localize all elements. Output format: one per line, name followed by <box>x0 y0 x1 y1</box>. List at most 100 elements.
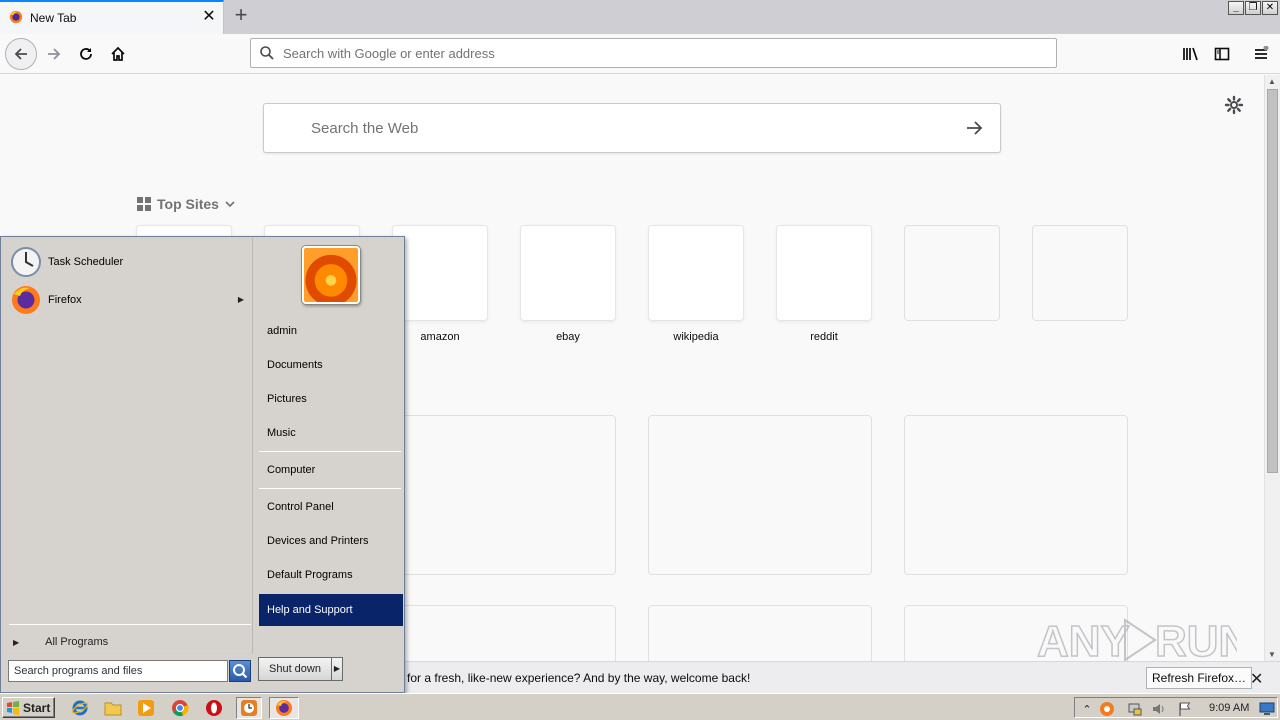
sidebar-icon <box>1214 47 1230 61</box>
tab-strip: New Tab ✕ + _ ❐ ✕ <box>0 0 1280 34</box>
chrome-taskbar-button[interactable] <box>169 697 191 719</box>
top-site-tile-amazon[interactable] <box>392 225 488 321</box>
top-site-label: reddit <box>810 331 838 343</box>
back-button[interactable] <box>5 38 37 70</box>
action-center-icon[interactable] <box>1127 701 1143 717</box>
action-center-flag-icon <box>1179 702 1191 716</box>
clock[interactable]: 9:09 AM <box>1209 702 1249 714</box>
firefox-icon <box>12 286 40 314</box>
folder-icon <box>104 702 122 716</box>
pictures-link[interactable]: Pictures <box>259 384 403 414</box>
program-task-scheduler[interactable]: Task Scheduler <box>10 244 250 280</box>
start-menu-programs-pane: Task Scheduler Firefox ▶ ▶ All Programs <box>2 238 253 654</box>
show-hidden-icons-chevron-icon[interactable]: ⌃ <box>1079 701 1095 717</box>
arrow-right-icon[interactable] <box>962 116 986 140</box>
close-window-button[interactable]: ✕ <box>1262 1 1278 15</box>
minimize-button[interactable]: _ <box>1228 1 1244 15</box>
highlight-card-placeholder <box>648 605 872 661</box>
expand-arrow-icon: ▶ <box>13 637 20 647</box>
flag-icon[interactable] <box>1177 701 1193 717</box>
control-panel-link[interactable]: Control Panel <box>259 492 403 522</box>
system-tray: ⌃ 9:09 AM <box>1074 697 1278 718</box>
scroll-down-arrow-icon[interactable]: ▼ <box>1268 650 1276 659</box>
clock-app-icon <box>241 700 257 716</box>
address-bar[interactable]: Search with Google or enter address <box>250 38 1057 68</box>
windows-logo-icon <box>7 700 19 715</box>
address-bar-placeholder: Search with Google or enter address <box>283 46 495 61</box>
main-menu-button[interactable] <box>1247 40 1275 68</box>
search-placeholder: Search programs and files <box>14 665 143 677</box>
explorer-taskbar-button[interactable] <box>102 697 124 719</box>
search-icon <box>233 664 248 679</box>
top-site-tile-ebay[interactable] <box>520 225 616 321</box>
program-label: Firefox <box>48 294 82 306</box>
app-taskbar-button[interactable] <box>236 697 262 719</box>
restore-button[interactable]: ❐ <box>1245 1 1261 15</box>
music-link[interactable]: Music <box>259 418 403 448</box>
gear-icon[interactable] <box>1224 95 1244 115</box>
start-search-button[interactable] <box>229 660 251 682</box>
start-menu-places-pane: admin Documents Pictures Music Computer … <box>255 238 404 654</box>
search-icon <box>260 46 274 60</box>
web-search-placeholder: Search the Web <box>311 120 419 137</box>
documents-link[interactable]: Documents <box>259 350 403 380</box>
back-arrow-icon <box>14 48 27 60</box>
devices-and-printers-link[interactable]: Devices and Printers <box>259 526 403 556</box>
reload-button[interactable] <box>72 40 100 68</box>
refresh-firefox-button[interactable]: Refresh Firefox… <box>1146 667 1253 689</box>
volume-icon[interactable] <box>1151 701 1167 717</box>
svg-text:ANY: ANY <box>1037 617 1130 666</box>
close-notification-button[interactable]: ✕ <box>1250 669 1263 689</box>
close-tab-button[interactable]: ✕ <box>201 8 217 26</box>
sidebar-button[interactable] <box>1208 40 1236 68</box>
internet-explorer-taskbar-button[interactable] <box>69 697 91 719</box>
all-programs-label: All Programs <box>45 636 109 648</box>
highlight-card-placeholder <box>648 415 872 575</box>
shut-down-options-arrow-icon[interactable]: ▶ <box>331 657 343 681</box>
user-avatar[interactable] <box>302 246 360 304</box>
desktop-icon <box>1259 702 1275 715</box>
firefox-taskbar-button[interactable] <box>269 697 299 719</box>
scrollbar-thumb[interactable] <box>1267 89 1278 473</box>
tab-new-tab[interactable]: New Tab ✕ <box>0 0 224 34</box>
computer-link[interactable]: Computer <box>259 455 403 485</box>
media-player-taskbar-button[interactable] <box>135 697 157 719</box>
shut-down-button[interactable]: Shut down <box>258 657 332 681</box>
web-search-box[interactable]: Search the Web <box>263 103 1001 153</box>
new-tab-button[interactable]: + <box>229 4 253 28</box>
library-button[interactable] <box>1177 40 1205 68</box>
forward-button[interactable] <box>40 40 68 68</box>
places-divider <box>259 451 401 452</box>
scroll-up-arrow-icon[interactable]: ▲ <box>1268 77 1276 86</box>
top-site-tile-empty[interactable] <box>1032 225 1128 321</box>
home-button[interactable] <box>104 40 132 68</box>
navigation-toolbar: Search with Google or enter address <box>0 34 1280 74</box>
places-divider <box>259 488 401 489</box>
top-site-tile-wikipedia[interactable] <box>648 225 744 321</box>
top-site-tile-reddit[interactable] <box>776 225 872 321</box>
taskbar: Start ⌃ 9:09 AM <box>0 693 1280 720</box>
tray-app-icon[interactable] <box>1099 701 1115 717</box>
start-menu-search-input[interactable]: Search programs and files <box>8 660 228 682</box>
network-icon <box>1128 703 1142 716</box>
window-controls: _ ❐ ✕ <box>1228 1 1278 15</box>
program-firefox[interactable]: Firefox ▶ <box>10 282 250 318</box>
chevron-down-icon <box>225 201 235 208</box>
forward-arrow-icon <box>48 48 61 60</box>
library-icon <box>1183 47 1198 61</box>
top-sites-header[interactable]: Top Sites <box>137 196 235 212</box>
vertical-scrollbar[interactable]: ▲ ▼ <box>1264 75 1280 661</box>
default-programs-link[interactable]: Default Programs <box>259 560 403 590</box>
avast-icon <box>1100 702 1114 716</box>
top-site-tile-empty[interactable] <box>904 225 1000 321</box>
show-desktop-icon[interactable] <box>1259 701 1275 717</box>
user-folder-link[interactable]: admin <box>259 316 403 346</box>
firefox-icon <box>276 700 292 716</box>
all-programs-button[interactable]: ▶ All Programs <box>10 633 250 651</box>
start-button[interactable]: Start <box>2 697 55 718</box>
internet-explorer-icon <box>71 700 89 716</box>
help-and-support-link[interactable]: Help and Support <box>259 594 403 626</box>
start-label: Start <box>23 700 51 715</box>
highlight-card-placeholder <box>392 415 616 575</box>
opera-taskbar-button[interactable] <box>203 697 225 719</box>
